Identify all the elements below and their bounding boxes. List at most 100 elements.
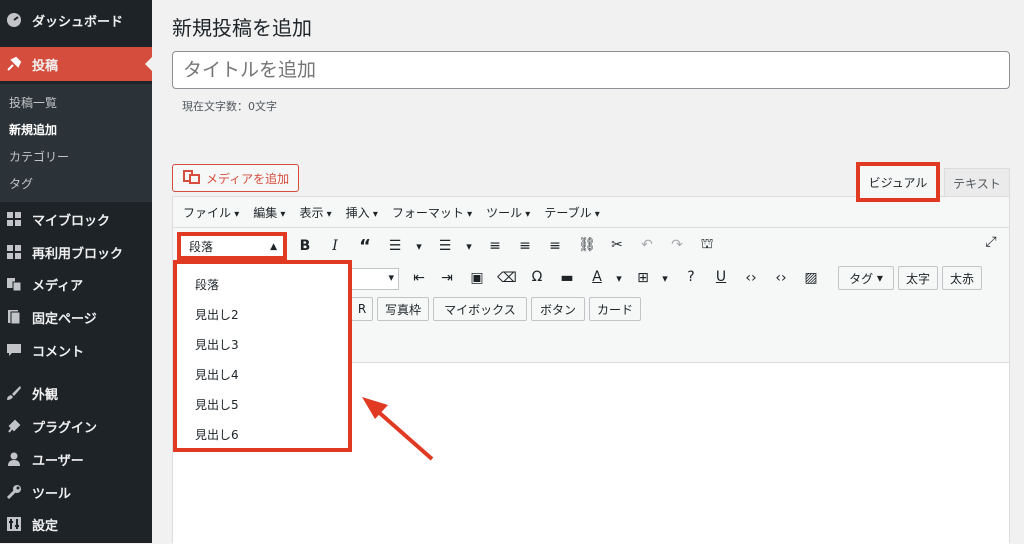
clear-format-icon[interactable]: ⌫ [497, 270, 517, 286]
chevron-down-icon[interactable]: ▾ [409, 240, 429, 253]
italic-icon[interactable]: I [325, 238, 345, 254]
outdent-icon[interactable]: ⇤ [409, 270, 429, 286]
tab-text[interactable]: テキスト [944, 168, 1010, 198]
sidebar-item-users[interactable]: ユーザー [0, 444, 152, 474]
bullet-list-icon[interactable]: ☰ [385, 238, 405, 254]
format-option-h3[interactable]: 見出し3 [195, 336, 239, 353]
format-option-paragraph[interactable]: 段落 [195, 276, 219, 293]
unlink-icon[interactable]: ✂ [607, 237, 627, 253]
toolbar-toggle-icon[interactable]: ⛫ [697, 236, 717, 254]
dashboard-icon [6, 12, 22, 28]
paste-text-icon[interactable]: ▣ [467, 270, 487, 286]
sidebar-item-appearance[interactable]: 外観 [0, 378, 152, 408]
sidebar-item-label: ユーザー [32, 453, 84, 469]
fullscreen-icon[interactable]: ⤢ [981, 234, 1001, 250]
underline-icon[interactable]: U [711, 269, 731, 285]
chevron-down-icon[interactable]: ▾ [459, 240, 479, 253]
tab-visual[interactable]: ビジュアル [856, 162, 940, 202]
redo-icon[interactable]: ↷ [667, 237, 687, 253]
sidebar-item-label: 投稿 [32, 58, 59, 74]
bold-style-button[interactable]: 太字 [898, 266, 938, 290]
post-title-input[interactable] [172, 51, 1010, 89]
sidebar-item-plugins[interactable]: プラグイン [0, 411, 152, 441]
text-color-icon[interactable]: A [587, 269, 607, 285]
font-size-select[interactable]: ▾ [351, 268, 399, 290]
blocks-icon [6, 244, 22, 260]
indent-icon[interactable]: ⇥ [437, 270, 457, 286]
bold-icon[interactable]: B [295, 238, 315, 254]
card-button[interactable]: カード [589, 297, 641, 321]
align-right-icon[interactable]: ≡ [545, 238, 565, 254]
align-center-icon[interactable]: ≡ [515, 238, 535, 254]
tag-button[interactable]: タグ ▾ [838, 266, 894, 290]
menu-table[interactable]: テーブル [544, 204, 599, 221]
menu-insert[interactable]: 挿入 [346, 204, 378, 221]
add-media-button[interactable]: メディアを追加 [172, 164, 299, 192]
sidebar-item-media[interactable]: メディア [0, 269, 152, 299]
menu-view[interactable]: 表示 [299, 204, 331, 221]
table-icon[interactable]: ⊞ [633, 270, 653, 286]
format-option-h6[interactable]: 見出し6 [195, 426, 239, 443]
photo-frame-button[interactable]: 写真枠 [377, 297, 429, 321]
media-icon [6, 276, 22, 292]
format-option-h2[interactable]: 見出し2 [195, 306, 239, 323]
sidebar-item-pages[interactable]: 固定ページ [0, 302, 152, 332]
submenu-add-new[interactable]: 新規追加 [9, 121, 57, 138]
horizontal-line-icon[interactable]: ▬ [557, 270, 577, 286]
sidebar-item-label: 再利用ブロック [32, 246, 124, 262]
tag-button-label: タグ [849, 271, 874, 286]
chevron-down-icon[interactable]: ▾ [609, 272, 629, 285]
menu-file[interactable]: ファイル [183, 204, 239, 221]
menu-tools[interactable]: ツール [486, 204, 530, 221]
user-icon [6, 451, 22, 467]
sidebar-item-comments[interactable]: コメント [0, 335, 152, 365]
button-button[interactable]: ボタン [531, 297, 585, 321]
image-icon[interactable]: ▨ [801, 270, 821, 286]
wrench-icon [6, 484, 22, 500]
triangle-up-icon: ▲ [270, 242, 277, 252]
sidebar-item-label: 固定ページ [32, 311, 97, 327]
format-select[interactable]: 段落 ▲ [177, 232, 287, 260]
sidebar-item-my-blocks[interactable]: マイブロック [0, 204, 152, 234]
sidebar-item-dashboard[interactable]: ダッシュボード [0, 5, 152, 35]
pin-icon [6, 56, 22, 72]
sidebar-item-reusable-blocks[interactable]: 再利用ブロック [0, 237, 152, 267]
special-char-icon[interactable]: Ω [527, 269, 547, 285]
my-box-button[interactable]: マイボックス [433, 297, 527, 321]
blockquote-icon[interactable]: “ [355, 236, 375, 257]
menu-edit[interactable]: 編集 [253, 204, 285, 221]
sidebar-item-tools[interactable]: ツール [0, 477, 152, 507]
chevron-down-icon: ▾ [388, 271, 394, 284]
sidebar-item-label: ツール [32, 486, 72, 502]
page-icon [6, 309, 22, 325]
media-icon [183, 169, 201, 187]
format-select-value: 段落 [189, 239, 214, 254]
brush-icon [6, 385, 22, 401]
r-button[interactable]: R [351, 297, 373, 321]
plugin-icon [6, 418, 22, 434]
help-icon[interactable]: ? [681, 269, 701, 285]
submenu-tags[interactable]: タグ [9, 175, 33, 192]
link-icon[interactable]: ⛓ [577, 237, 597, 253]
code-icon[interactable]: ‹› [771, 270, 791, 286]
sidebar-item-label: 設定 [32, 518, 59, 534]
blocks-icon [6, 211, 22, 227]
page-title: 新規投稿を追加 [172, 16, 312, 40]
sidebar-item-settings[interactable]: 設定 [0, 509, 152, 539]
sidebar-item-posts[interactable]: 投稿 [0, 47, 152, 81]
submenu-all-posts[interactable]: 投稿一覧 [9, 94, 57, 111]
align-left-icon[interactable]: ≡ [485, 238, 505, 254]
format-option-h5[interactable]: 見出し5 [195, 396, 239, 413]
menu-format[interactable]: フォーマット [392, 204, 472, 221]
chevron-down-icon[interactable]: ▾ [655, 272, 675, 285]
submenu-categories[interactable]: カテゴリー [9, 148, 69, 165]
undo-icon[interactable]: ↶ [637, 237, 657, 253]
code-icon[interactable]: ‹› [741, 270, 761, 286]
format-option-h4[interactable]: 見出し4 [195, 366, 239, 383]
comment-icon [6, 342, 22, 358]
numbered-list-icon[interactable]: ☰ [435, 238, 455, 254]
settings-icon [6, 516, 22, 532]
bold-red-button[interactable]: 太赤 [942, 266, 982, 290]
sidebar-item-label: メディア [32, 278, 84, 294]
admin-sidebar: ダッシュボード 投稿 投稿一覧 新規追加 カテゴリー タグ マイブロック 再利用… [0, 0, 152, 543]
